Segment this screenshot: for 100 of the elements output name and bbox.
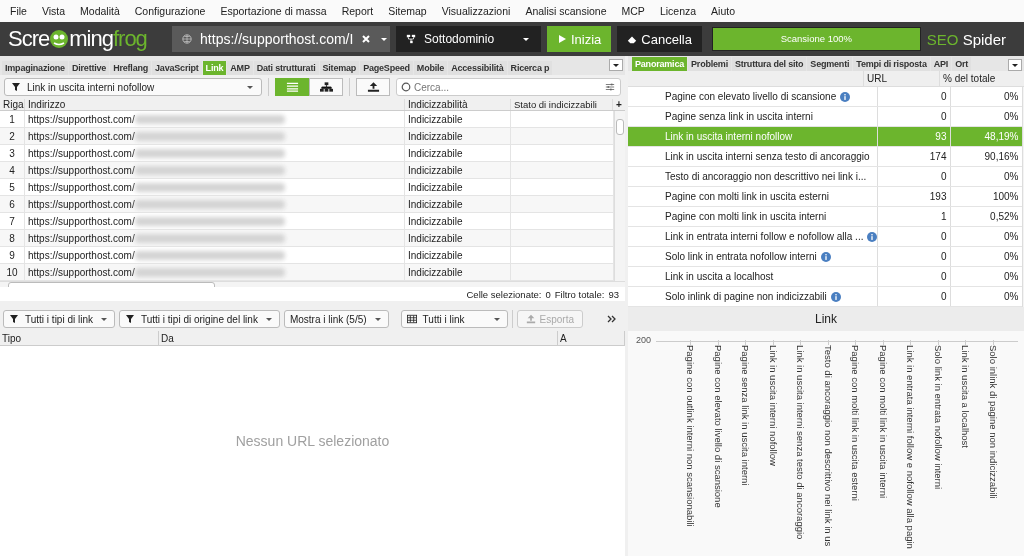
tab[interactable]: Direttive [68,61,110,75]
overview-row[interactable]: Pagine con elevato livello di scansione 0 0% [628,87,1023,107]
dropdown[interactable]: Mostra i link (5/5) [283,310,389,328]
settings-icon[interactable] [605,82,615,92]
column-header[interactable]: Tipo [0,331,159,345]
overview-row[interactable]: Link in uscita a localhost 0 0% [628,267,1023,287]
tab[interactable]: Impaginazione [2,61,68,75]
row-label: Pagine con molti link in uscita esterni [665,191,829,202]
tab[interactable]: PageSpeed [360,61,413,75]
info-icon[interactable] [867,231,878,242]
mode-dropdown[interactable]: Sottodominio [396,26,541,52]
tab[interactable]: Struttura del sito [731,57,807,71]
list-icon [285,82,299,92]
menu-item[interactable]: Visualizzazioni [441,5,511,17]
dropdown[interactable]: Tutti i link [400,310,508,328]
table-cell: Indicizzabile [405,111,511,127]
tree-view-button[interactable] [309,78,343,96]
menu-item[interactable]: Esportazione di massa [220,5,327,17]
menu-item[interactable]: Analisi scansione [525,5,607,17]
menu-item[interactable]: Report [341,5,374,17]
info-icon[interactable] [840,91,851,102]
menu-item[interactable]: Configurazione [134,5,206,17]
menu-item[interactable]: Licenza [659,5,697,17]
table-cell: 0 [877,167,951,186]
overview-row[interactable]: Testo di ancoraggio non descrittivo nei link i... 0 0% [628,167,1023,187]
tab[interactable]: Accessibilità [448,61,507,75]
url-cell: https://supporthost.com/ [28,266,135,278]
url-cell: https://supporthost.com/ [28,147,135,159]
info-icon[interactable] [830,291,841,302]
tab[interactable]: Ort [952,57,972,71]
tab[interactable]: API [930,57,952,71]
table-cell: 0 [877,107,951,126]
url-field[interactable]: https://supporthost.com/I [172,26,391,52]
tab[interactable]: Problemi [688,57,731,71]
tab[interactable]: Tempi di risposta [853,57,930,71]
table-cell: Indicizzabile [405,213,511,229]
dropdown[interactable]: Tutti i tipi di link [3,310,115,328]
overview-row[interactable]: Link in uscita interni senza testo di ancoraggio 174 90,16% [628,147,1023,167]
table-cell: 174 [877,147,951,166]
info-icon[interactable] [820,251,831,262]
overview-row[interactable]: Link in entrata interni follow e nofollow alla ... 0 0% [628,227,1023,247]
table-cell: Indicizzabile [405,162,511,178]
table-cell: 0 [877,247,951,266]
scrollbar[interactable] [614,111,625,281]
axis-category-label: Pagine con molti link in uscita esterni [850,345,861,501]
tab[interactable]: Dati strutturati [253,61,319,75]
table-cell: Indicizzabile [405,196,511,212]
filter-icon [11,82,21,92]
cancel-button[interactable]: Cancella [617,26,702,52]
chevron-icon[interactable] [606,314,618,324]
tab[interactable]: Ricerca p [507,61,553,75]
table-cell: Indicizzabile [405,264,511,280]
column-header[interactable]: Indirizzo [25,99,405,110]
menu-item[interactable]: Modalità [80,5,120,17]
tab[interactable]: AMP [227,61,253,75]
menu-item[interactable]: File [10,5,27,17]
menu-item[interactable]: Sitemap [388,5,427,17]
column-header[interactable]: Stato di indicizzabili [511,99,613,110]
column-header[interactable]: Da [159,331,558,345]
tab[interactable]: Hreflang [110,61,152,75]
dropdown[interactable]: Tutti i tipi di origine del link [119,310,280,328]
overview-row[interactable]: Pagine con molti link in uscita esterni 193 100% [628,187,1023,207]
table-cell: 0 [877,87,951,106]
axis-category-label: Link in entrata interni follow e nofollow alla pagin [905,345,916,549]
tab[interactable]: Segmenti [807,57,853,71]
overview-row[interactable]: Solo inlink di pagine non indicizzabili 0 0% [628,287,1023,307]
row-label: Pagine con molti link in uscita interni [665,211,827,222]
column-header[interactable]: URL [863,71,939,86]
upload-button[interactable] [356,78,390,96]
close-icon[interactable] [361,34,372,44]
menu-item[interactable]: MCP [621,5,645,17]
row-number: 10 [0,264,25,280]
hierarchy-icon [406,34,417,44]
row-label: Solo link in entrata nofollow interni [665,251,817,262]
search-field[interactable]: Cerca... [396,78,621,96]
table-cell: Indicizzabile [405,247,511,263]
tab[interactable]: Sitemap [319,61,360,75]
overview-row[interactable]: Solo link in entrata nofollow interni 0 0% [628,247,1023,267]
add-column-button[interactable]: + [613,99,625,110]
table-cell: 0 [877,227,951,246]
tab[interactable]: JavaScript [152,61,202,75]
tab[interactable]: Mobile [413,61,448,75]
row-label: Solo inlink di pagine non indicizzabili [665,291,827,302]
axis-tick-label: 200 [636,335,652,345]
row-number: 5 [0,179,25,195]
menu-item[interactable]: Vista [41,5,66,17]
filter-dropdown[interactable]: Link in uscita interni nofollow [4,78,262,96]
column-header[interactable]: % del totale [939,71,1014,86]
overview-row[interactable]: Pagine con molti link in uscita interni 1 0,52% [628,207,1023,227]
column-header[interactable]: A [558,331,625,345]
menu-item[interactable]: Aiuto [711,5,735,17]
overview-row[interactable]: Pagine senza link in uscita interni 0 0% [628,107,1023,127]
url-cell: https://supporthost.com/ [28,198,135,210]
table-icon [406,314,417,324]
column-header[interactable]: Indicizzabilità [405,99,511,110]
row-number: 9 [0,247,25,263]
empty-message: Nessun URL selezionato [235,433,390,449]
column-header[interactable]: Riga [0,99,25,110]
table-cell: Indicizzabile [405,145,511,161]
axis-category-label: Link in uscita interni senza testo di ancoraggio [795,345,806,540]
